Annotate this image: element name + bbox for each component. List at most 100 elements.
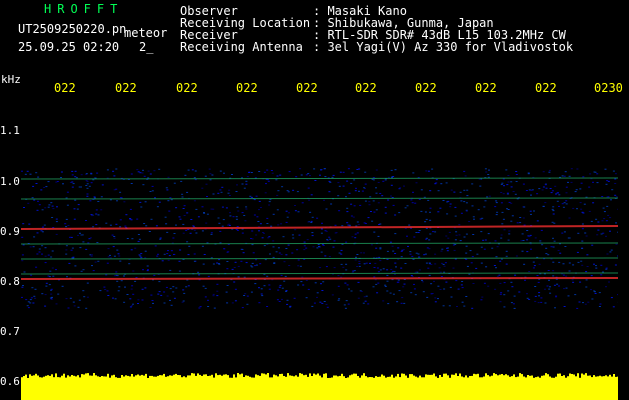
y-tick: 0.9 — [0, 225, 20, 238]
noise-speck — [278, 301, 281, 302]
level-spike — [225, 374, 227, 380]
noise-speck — [547, 254, 550, 256]
level-spike — [437, 377, 439, 380]
noise-speck — [465, 245, 468, 247]
noise-speck — [499, 260, 502, 262]
noise-speck — [283, 280, 286, 282]
level-spike — [173, 374, 175, 380]
noise-speck — [518, 291, 521, 293]
noise-speck — [23, 271, 26, 273]
noise-speck — [442, 263, 445, 265]
noise-speck — [463, 305, 466, 307]
noise-speck — [403, 302, 406, 304]
noise-speck — [22, 244, 25, 246]
noise-speck — [183, 215, 186, 216]
noise-speck — [115, 168, 118, 170]
noise-speck — [181, 193, 184, 195]
noise-speck — [439, 289, 442, 290]
level-spike — [507, 375, 509, 380]
noise-speck — [506, 184, 509, 186]
level-spike — [181, 377, 183, 380]
noise-speck — [191, 169, 194, 171]
noise-speck — [109, 257, 112, 259]
level-spike — [399, 377, 401, 380]
noise-speck — [241, 307, 244, 309]
noise-speck — [434, 183, 437, 185]
noise-speck — [398, 188, 401, 190]
noise-speck — [356, 254, 359, 255]
level-spike — [21, 377, 23, 380]
level-spike — [373, 377, 375, 380]
level-spike — [115, 377, 117, 380]
noise-speck — [542, 171, 545, 173]
noise-speck — [494, 206, 497, 208]
noise-speck — [31, 197, 34, 199]
noise-speck — [379, 247, 382, 249]
noise-speck — [50, 288, 53, 290]
noise-speck — [434, 301, 437, 303]
noise-speck — [204, 287, 207, 289]
noise-speck — [484, 239, 487, 241]
noise-speck — [109, 224, 112, 226]
noise-speck — [567, 181, 569, 183]
noise-speck — [77, 306, 80, 308]
level-spike — [321, 377, 323, 380]
noise-speck — [582, 176, 585, 178]
noise-speck — [96, 242, 99, 243]
noise-speck — [607, 214, 610, 216]
noise-speck — [551, 190, 554, 192]
noise-speck — [525, 190, 528, 191]
noise-speck — [319, 174, 321, 176]
level-spike — [223, 374, 225, 380]
noise-speck — [237, 210, 240, 212]
level-spike — [387, 376, 389, 380]
signal-lines — [21, 177, 618, 280]
noise-speck — [538, 188, 541, 190]
noise-speck — [62, 183, 64, 185]
noise-speck — [480, 231, 483, 233]
noise-speck — [390, 184, 393, 186]
noise-speck — [326, 240, 329, 241]
noise-speck — [325, 266, 328, 268]
noise-speck — [410, 199, 413, 201]
noise-speck — [615, 222, 617, 224]
noise-speck — [21, 286, 24, 288]
noise-speck — [377, 235, 380, 237]
noise-speck — [595, 218, 598, 220]
noise-speck — [330, 203, 333, 205]
noise-speck — [552, 210, 555, 212]
noise-speck — [556, 200, 559, 202]
noise-speck — [210, 232, 213, 234]
noise-speck — [351, 172, 354, 174]
noise-speck — [139, 172, 142, 174]
noise-speck — [132, 270, 135, 272]
noise-speck — [480, 246, 483, 248]
noise-speck — [400, 267, 403, 269]
signal-line — [21, 272, 618, 275]
noise-speck — [500, 292, 503, 294]
noise-speck — [119, 191, 122, 193]
noise-speck — [594, 171, 597, 173]
level-spike — [253, 377, 255, 380]
level-spike — [613, 374, 615, 380]
level-spike — [55, 373, 57, 380]
noise-speck — [495, 267, 497, 269]
noise-speck — [373, 211, 376, 213]
noise-speck — [114, 298, 117, 300]
noise-speck — [392, 293, 395, 295]
noise-speck — [229, 212, 231, 214]
level-spike — [617, 376, 618, 380]
level-spike — [67, 375, 69, 380]
noise-speck — [182, 232, 185, 234]
noise-speck — [186, 212, 189, 214]
noise-speck — [527, 172, 530, 174]
noise-speck — [544, 202, 547, 204]
noise-speck — [544, 184, 547, 186]
noise-speck — [328, 180, 331, 182]
noise-speck — [164, 216, 167, 218]
noise-speck — [72, 301, 75, 303]
noise-speck — [233, 281, 236, 283]
noise-speck — [480, 299, 483, 301]
noise-speck — [71, 247, 74, 249]
noise-speck — [350, 182, 353, 184]
